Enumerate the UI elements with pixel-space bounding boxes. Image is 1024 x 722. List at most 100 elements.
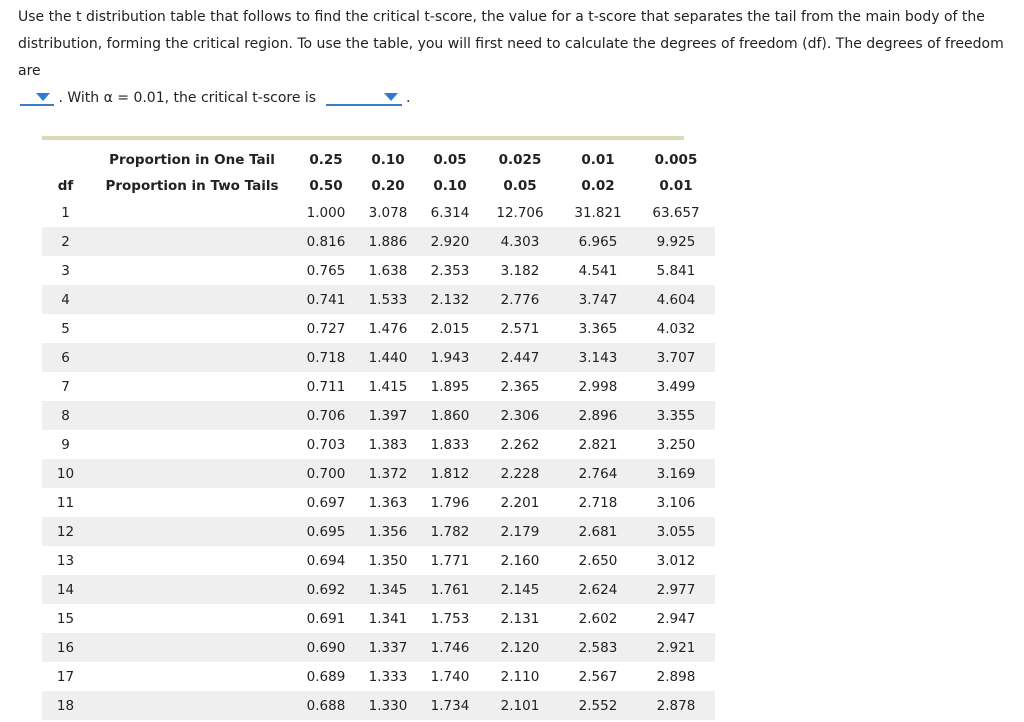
- critical-value-cell: 2.624: [559, 575, 637, 604]
- critical-value-cell: 1.860: [419, 401, 481, 430]
- tscore-dropdown[interactable]: [325, 90, 402, 106]
- table-row: 10 0.700 1.372 1.812 2.228 2.764 3.169: [42, 459, 715, 488]
- critical-value-cell: 2.718: [578, 494, 618, 511]
- critical-value-cell: 3.747: [559, 285, 637, 314]
- prompt-end-text: .: [406, 90, 411, 106]
- critical-value-cell: 3.106: [656, 494, 696, 511]
- critical-value-cell: 0.690: [295, 633, 357, 662]
- critical-value-cell: 2.110: [500, 668, 540, 685]
- df-cell: 1: [61, 204, 70, 221]
- header-row-two-tails: df Proportion in Two Tails 0.50 0.20 0.1…: [42, 173, 715, 198]
- table-row: 14 0.692 1.345 1.761 2.145 2.624 2.977: [42, 575, 715, 604]
- critical-value-cell: 1.895: [430, 378, 470, 395]
- one-tail-header: 0.025: [498, 151, 542, 168]
- two-tail-header: 0.50: [309, 177, 343, 194]
- chevron-down-icon: [36, 93, 50, 101]
- two-tail-header: 0.02: [581, 177, 615, 194]
- critical-value-cell: 0.691: [306, 610, 346, 627]
- critical-value-cell: 0.694: [306, 552, 346, 569]
- one-tail-header: 0.10: [371, 151, 405, 168]
- critical-value-cell: 1.341: [368, 610, 408, 627]
- two-tail-header: 0.20: [371, 177, 405, 194]
- critical-value-cell: 0.816: [295, 227, 357, 256]
- critical-value-cell: 0.741: [295, 285, 357, 314]
- table-row: 6 0.718 1.440 1.943 2.447 3.143 3.707: [42, 343, 715, 372]
- critical-value-cell: 1.000: [306, 204, 346, 221]
- critical-value-cell: 1.330: [357, 691, 419, 720]
- critical-value-cell: 3.143: [559, 343, 637, 372]
- critical-value-cell: 5.841: [656, 262, 696, 279]
- critical-value-cell: 2.821: [578, 436, 618, 453]
- t-distribution-table: Proportion in One Tail 0.25 0.10 0.05 0.…: [42, 136, 715, 720]
- critical-value-cell: 2.120: [481, 633, 559, 662]
- critical-value-cell: 4.032: [656, 320, 696, 337]
- df-cell: 5: [61, 320, 70, 337]
- df-cell: 12: [42, 517, 89, 546]
- critical-value-cell: 1.812: [419, 459, 481, 488]
- critical-value-cell: 2.160: [500, 552, 540, 569]
- critical-value-cell: 1.886: [357, 227, 419, 256]
- critical-value-cell: 3.055: [637, 517, 715, 546]
- df-header: df: [57, 177, 74, 194]
- critical-value-cell: 2.179: [481, 517, 559, 546]
- critical-value-cell: 1.746: [419, 633, 481, 662]
- critical-value-cell: 2.262: [500, 436, 540, 453]
- df-cell: 2: [42, 227, 89, 256]
- critical-value-cell: 1.383: [368, 436, 408, 453]
- table-row: 5 0.727 1.476 2.015 2.571 3.365 4.032: [42, 314, 715, 343]
- table-row: 15 0.691 1.341 1.753 2.131 2.602 2.947: [42, 604, 715, 633]
- table-row: 18 0.688 1.330 1.734 2.101 2.552 2.878: [42, 691, 715, 720]
- critical-value-cell: 1.372: [357, 459, 419, 488]
- critical-value-cell: 1.337: [357, 633, 419, 662]
- two-tail-header: 0.05: [503, 177, 537, 194]
- critical-value-cell: 0.689: [306, 668, 346, 685]
- critical-value-cell: 1.771: [430, 552, 470, 569]
- table-row: 11 0.697 1.363 1.796 2.201 2.718 3.106: [42, 488, 715, 517]
- df-cell: 15: [56, 610, 75, 627]
- critical-value-cell: 2.998: [578, 378, 618, 395]
- table-row: 16 0.690 1.337 1.746 2.120 2.583 2.921: [42, 633, 715, 662]
- critical-value-cell: 2.228: [481, 459, 559, 488]
- critical-value-cell: 3.707: [637, 343, 715, 372]
- table-body: 1 1.000 3.078 6.314 12.706 31.821 63.657 2 0.816…: [42, 198, 715, 720]
- critical-value-cell: 3.250: [656, 436, 696, 453]
- critical-value-cell: 0.688: [295, 691, 357, 720]
- table-row: 7 0.711 1.415 1.895 2.365 2.998 3.499: [42, 372, 715, 401]
- critical-value-cell: 63.657: [652, 204, 700, 221]
- critical-value-cell: 1.753: [430, 610, 470, 627]
- critical-value-cell: 2.921: [637, 633, 715, 662]
- df-dropdown[interactable]: [20, 90, 54, 106]
- prompt-line-1: Use the t distribution table that follow…: [18, 9, 985, 25]
- critical-value-cell: 3.499: [656, 378, 696, 395]
- prompt-mid-text: . With α = 0.01, the critical t-score is: [58, 90, 317, 106]
- df-cell: 6: [42, 343, 89, 372]
- critical-value-cell: 2.145: [481, 575, 559, 604]
- critical-value-cell: 31.821: [574, 204, 622, 221]
- critical-value-cell: 12.706: [496, 204, 544, 221]
- critical-value-cell: 1.363: [368, 494, 408, 511]
- critical-value-cell: 2.201: [500, 494, 540, 511]
- two-tail-label: Proportion in Two Tails: [105, 177, 279, 194]
- df-cell: 9: [61, 436, 70, 453]
- question-prompt: Use the t distribution table that follow…: [18, 4, 1013, 112]
- df-cell: 17: [56, 668, 75, 685]
- chevron-down-icon: [383, 93, 398, 101]
- critical-value-cell: 2.552: [559, 691, 637, 720]
- df-cell: 14: [42, 575, 89, 604]
- critical-value-cell: 4.303: [481, 227, 559, 256]
- one-tail-header: 0.05: [433, 151, 467, 168]
- critical-value-cell: 2.898: [656, 668, 696, 685]
- critical-value-cell: 4.541: [578, 262, 618, 279]
- critical-value-cell: 0.718: [295, 343, 357, 372]
- critical-value-cell: 0.700: [295, 459, 357, 488]
- table-row: 3 0.765 1.638 2.353 3.182 4.541 5.841: [42, 256, 715, 285]
- one-tail-header: 0.005: [654, 151, 698, 168]
- critical-value-cell: 2.776: [481, 285, 559, 314]
- critical-value-cell: 1.761: [419, 575, 481, 604]
- critical-value-cell: 3.012: [656, 552, 696, 569]
- critical-value-cell: 1.333: [368, 668, 408, 685]
- critical-value-cell: 0.692: [295, 575, 357, 604]
- critical-value-cell: 0.703: [306, 436, 346, 453]
- critical-value-cell: 0.697: [306, 494, 346, 511]
- critical-value-cell: 1.415: [368, 378, 408, 395]
